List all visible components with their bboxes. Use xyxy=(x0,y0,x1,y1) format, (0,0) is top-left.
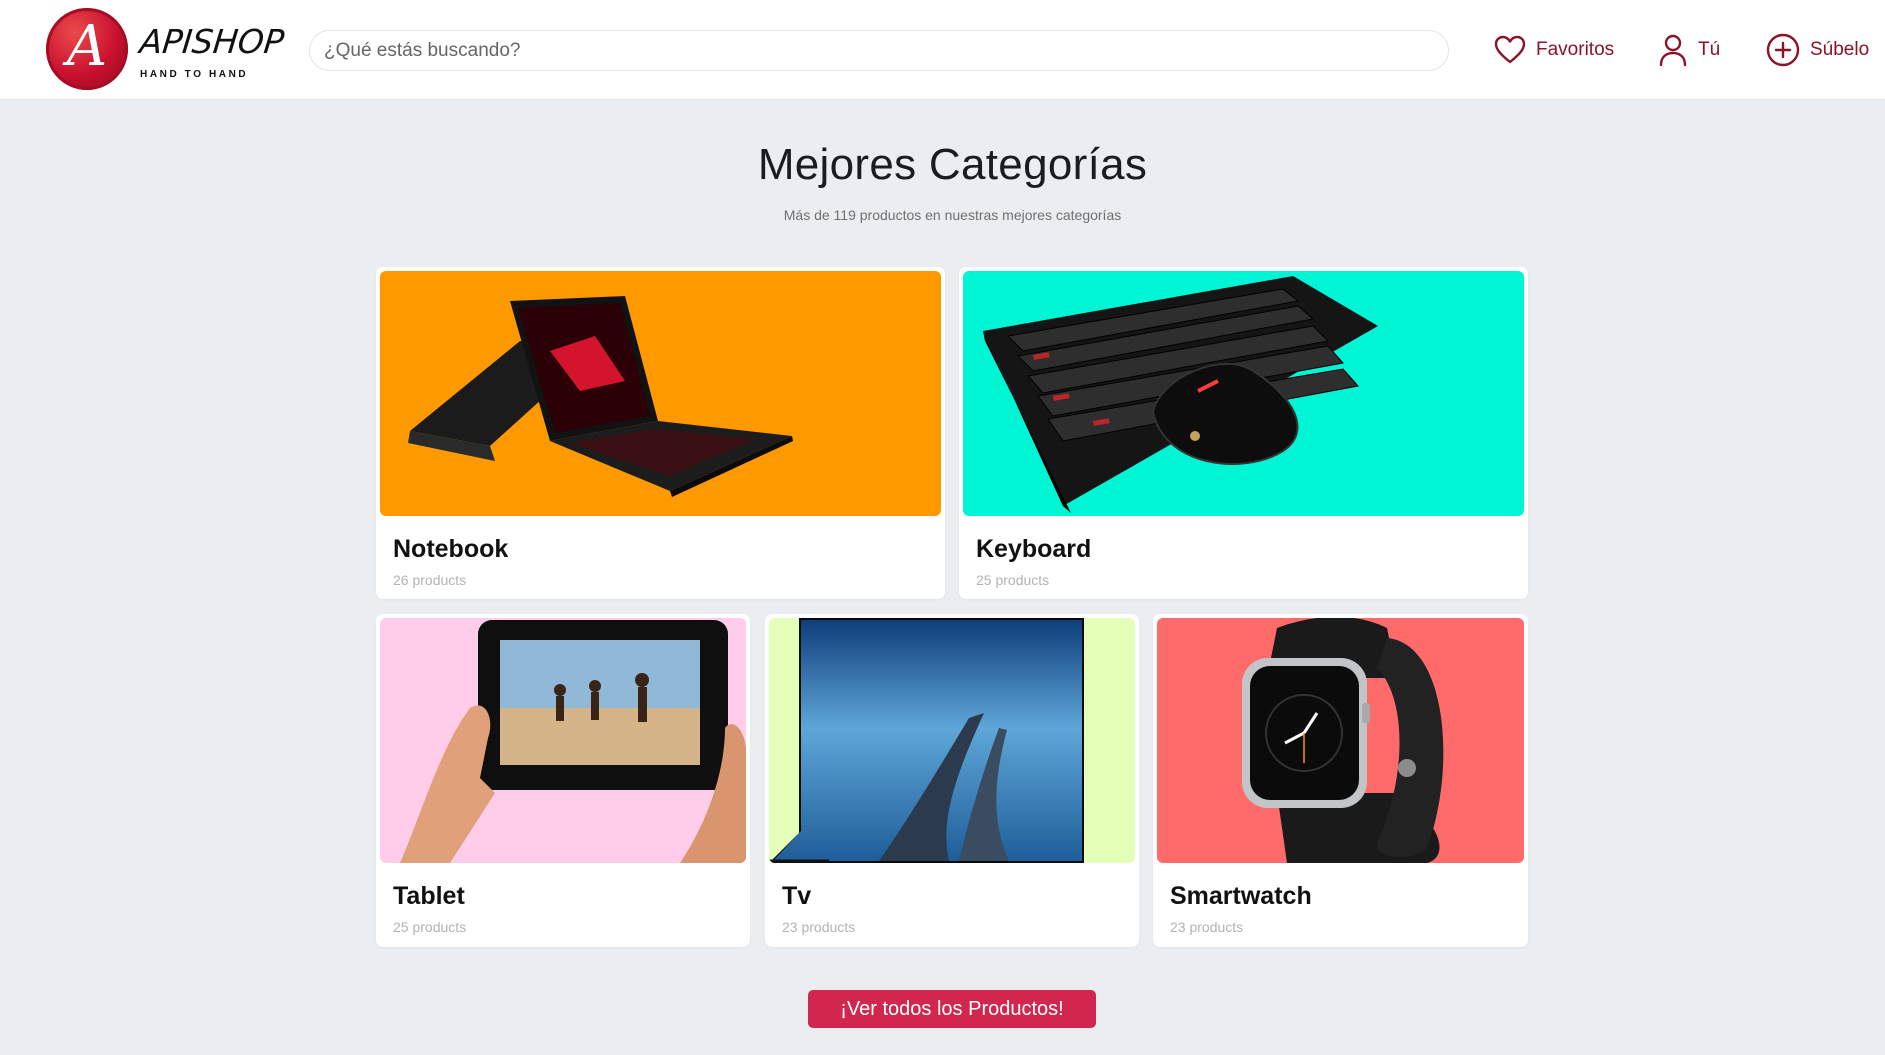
category-card-tv[interactable]: Tv 23 products xyxy=(765,614,1139,947)
category-name: Notebook xyxy=(393,535,509,563)
category-count: 23 products xyxy=(1170,919,1244,935)
plus-circle-icon xyxy=(1766,33,1800,67)
page-subtitle: Más de 119 productos en nuestras mejores… xyxy=(783,207,1122,223)
tv-image xyxy=(769,618,1135,863)
search-input[interactable] xyxy=(309,30,1449,71)
apishop-logo[interactable]: A APISHOP HAND TO HAND xyxy=(46,8,286,92)
category-count: 26 products xyxy=(393,572,467,588)
top-header: A APISHOP HAND TO HAND Favoritos Tú xyxy=(0,0,1885,100)
tablet-image xyxy=(380,618,746,863)
upload-label: Súbelo xyxy=(1810,39,1870,60)
category-card-notebook[interactable]: Notebook 26 products xyxy=(376,267,945,599)
logo-wordmark: APISHOP xyxy=(137,22,286,61)
category-name: Keyboard xyxy=(976,535,1092,563)
logo-tagline: HAND TO HAND xyxy=(140,69,249,80)
upload-link[interactable]: Súbelo xyxy=(1766,28,1869,72)
smartwatch-image xyxy=(1157,618,1524,863)
category-name: Smartwatch xyxy=(1170,882,1312,910)
notebook-image xyxy=(380,271,941,516)
category-name: Tv xyxy=(782,882,812,910)
favorites-label: Favoritos xyxy=(1536,39,1615,60)
user-icon xyxy=(1658,33,1688,67)
category-card-smartwatch[interactable]: Smartwatch 23 products xyxy=(1153,614,1528,947)
category-count: 25 products xyxy=(976,572,1050,588)
category-count: 23 products xyxy=(782,919,856,935)
category-count: 25 products xyxy=(393,919,467,935)
keyboard-image xyxy=(963,271,1524,516)
category-card-keyboard[interactable]: Keyboard 25 products xyxy=(959,267,1528,599)
category-card-tablet[interactable]: Tablet 25 products xyxy=(376,614,750,947)
page-title: Mejores Categorías xyxy=(757,140,1148,189)
view-all-products-button[interactable]: ¡Ver todos los Productos! xyxy=(808,990,1096,1028)
profile-link[interactable]: Tú xyxy=(1658,28,1720,72)
favorites-link[interactable]: Favoritos xyxy=(1494,28,1614,72)
heart-icon xyxy=(1494,35,1526,65)
category-name: Tablet xyxy=(393,882,465,910)
logo-letter: A xyxy=(66,14,108,79)
profile-label: Tú xyxy=(1698,39,1721,60)
